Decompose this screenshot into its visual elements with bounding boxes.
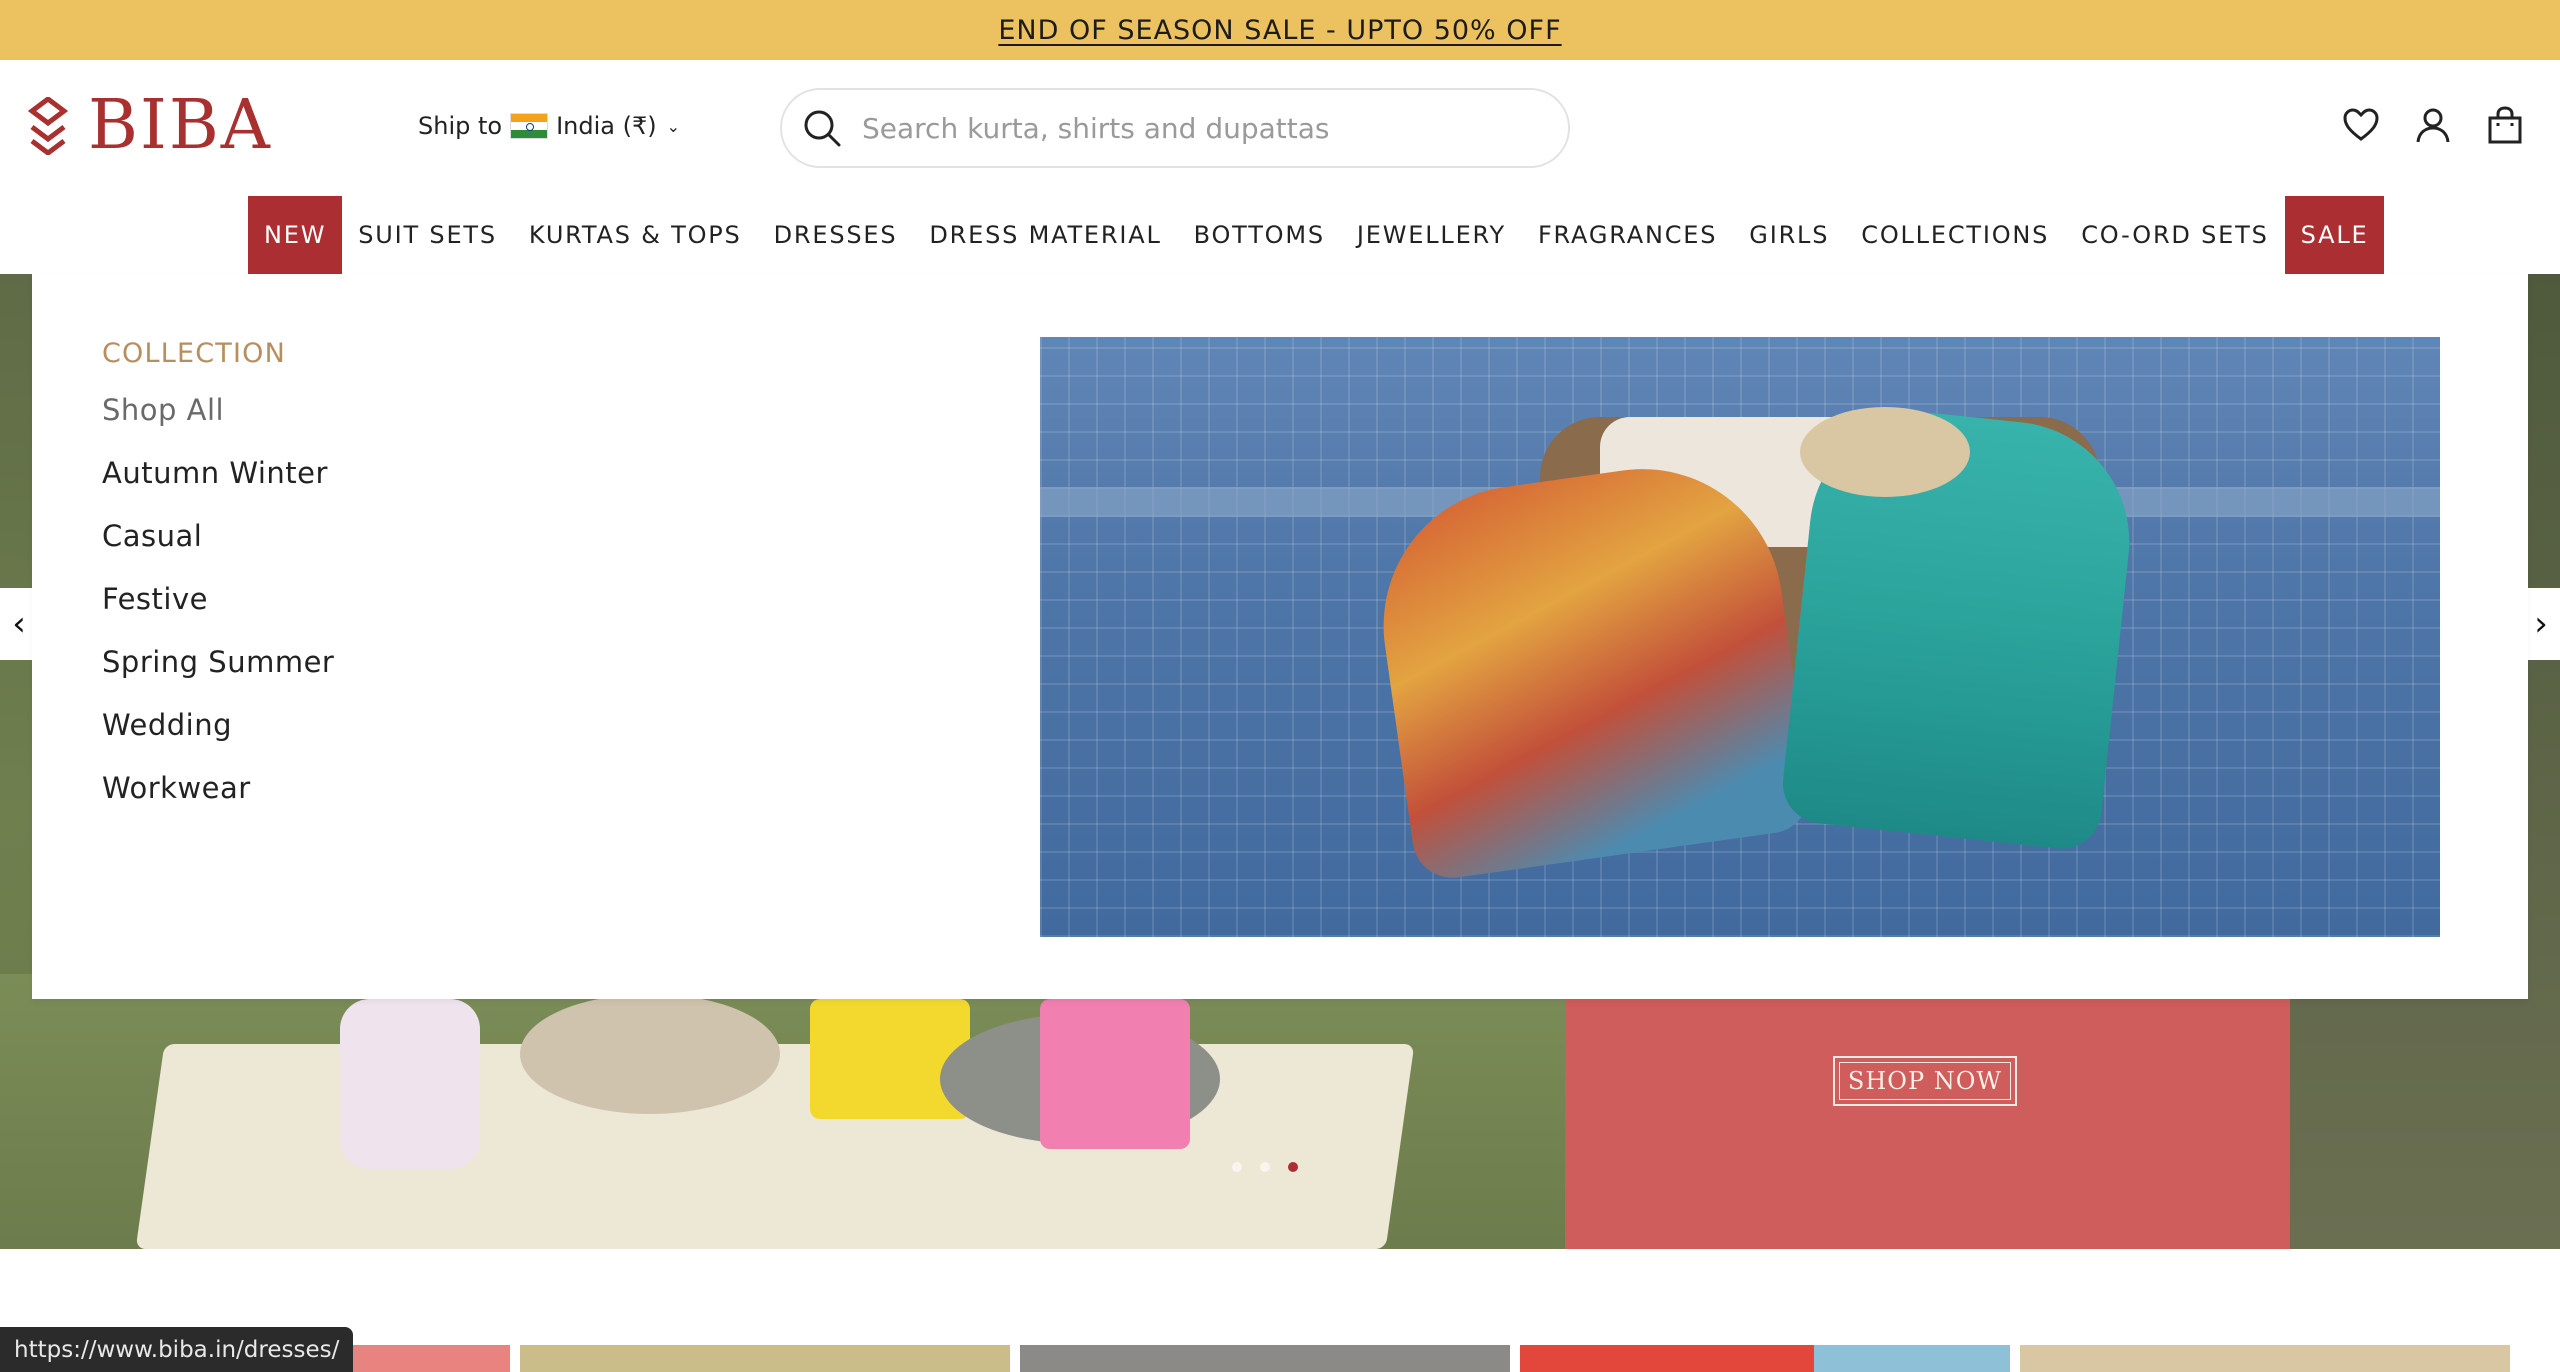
menu-link-spring-summer[interactable]: Spring Summer [102,642,334,705]
india-flag-icon [510,113,549,139]
search-input[interactable] [862,111,1568,145]
user-icon[interactable] [2414,105,2452,145]
link-status-bar: https://www.biba.in/dresses/ [0,1327,354,1372]
hero-promo-panel [1565,974,2290,1249]
ship-to-selector[interactable]: Ship to India (₹) ⌄ [418,112,680,140]
search-bar[interactable] [780,88,1570,168]
chevron-down-icon: ⌄ [666,116,681,136]
search-icon [804,110,841,147]
promo-link[interactable]: END OF SEASON SALE - UPTO 50% OFF [998,15,1561,46]
ship-to-label: Ship to [418,112,503,140]
product-tile[interactable] [2020,1345,2510,1372]
nav-jewellery[interactable]: JEWELLERY [1341,196,1522,274]
nav-collections[interactable]: COLLECTIONS [1845,196,2065,274]
brand-logo[interactable]: BIBA [28,86,272,165]
carousel-dot-2[interactable] [1260,1162,1270,1172]
product-tile[interactable] [1520,1345,2010,1372]
carousel-dots [1232,1162,1298,1172]
hero-pillow [520,994,780,1114]
carousel-dot-1[interactable] [1232,1162,1242,1172]
nav-bottoms[interactable]: BOTTOMS [1178,196,1341,274]
menu-link-wedding[interactable]: Wedding [102,705,334,768]
nav-suit-sets[interactable]: SUIT SETS [342,196,513,274]
nav-sale[interactable]: SALE [2284,196,2385,274]
ship-country: India (₹) [556,112,657,140]
dresses-mega-menu: COLLECTION Shop All Autumn Winter Casual… [32,274,2528,999]
hero-blanket [135,1044,1415,1249]
menu-link-festive[interactable]: Festive [102,579,334,642]
nav-new[interactable]: NEW [248,196,343,274]
collection-links: Shop All Autumn Winter Casual Festive Sp… [102,390,334,831]
model-hat [1800,407,1970,497]
brand-wordmark: BIBA [88,86,272,165]
menu-link-autumn-winter[interactable]: Autumn Winter [102,453,334,516]
main-nav: NEW SUIT SETS KURTAS & TOPS DRESSES DRES… [248,196,2385,282]
menu-link-casual[interactable]: Casual [102,516,334,579]
collection-heading: COLLECTION [102,338,287,369]
nav-girls[interactable]: GIRLS [1733,196,1845,274]
menu-link-shop-all[interactable]: Shop All [102,390,334,453]
nav-co-ord-sets[interactable]: CO-ORD SETS [2065,196,2284,274]
hero-kid-pink [1040,999,1190,1149]
logo-mark-icon [28,97,68,155]
shop-now-button[interactable]: SHOP NOW [1833,1056,2017,1106]
carousel-dot-3[interactable] [1288,1162,1298,1172]
product-tile[interactable] [520,1345,1010,1372]
menu-link-workwear[interactable]: Workwear [102,768,334,831]
site-header: BIBA Ship to India (₹) ⌄ [0,60,2560,195]
dresses-promo-image[interactable] [1040,337,2440,937]
hero-kid-white [340,999,480,1169]
nav-dresses[interactable]: DRESSES [758,196,914,282]
heart-icon[interactable] [2342,105,2380,145]
header-actions [2342,105,2524,145]
bag-icon[interactable] [2486,105,2524,145]
product-tile[interactable] [1020,1345,1510,1372]
nav-fragrances[interactable]: FRAGRANCES [1522,196,1733,274]
nav-kurtas-tops[interactable]: KURTAS & TOPS [513,196,758,274]
promo-bar: END OF SEASON SALE - UPTO 50% OFF [0,0,2560,60]
nav-dress-material[interactable]: DRESS MATERIAL [913,196,1177,274]
product-strip [0,1345,2560,1372]
